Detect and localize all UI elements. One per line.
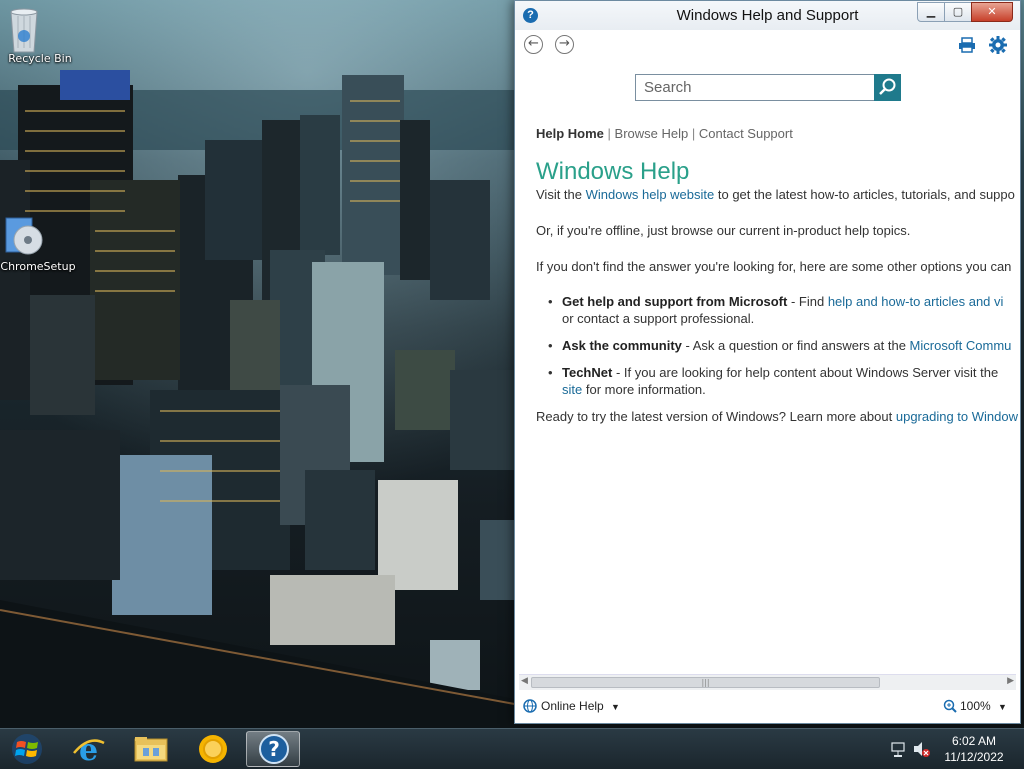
online-help-label: Online Help xyxy=(541,699,604,713)
breadcrumb-separator: | xyxy=(691,126,696,141)
zoom-level: 100% xyxy=(960,699,991,713)
breadcrumb: Help Home | Browse Help | Contact Suppor… xyxy=(536,126,1018,141)
search-button[interactable] xyxy=(874,74,901,101)
desktop-icon-chromesetup[interactable]: ChromeSetup xyxy=(0,214,76,273)
svg-text:?: ? xyxy=(268,737,280,761)
breadcrumb-contact-support[interactable]: Contact Support xyxy=(699,126,793,141)
clock-time: 6:02 AM xyxy=(951,734,997,748)
chevron-down-icon: ▼ xyxy=(998,702,1007,712)
folder-icon xyxy=(134,737,168,762)
taskbar-windows-help[interactable]: ? xyxy=(246,731,300,767)
zoom-icon xyxy=(943,699,957,713)
help-toolbar: ← → xyxy=(515,31,1020,61)
volume-muted-icon[interactable] xyxy=(914,742,930,757)
maximize-button[interactable]: ▢ xyxy=(944,2,972,22)
intro-paragraph: Visit the Windows help website to get th… xyxy=(536,187,1015,202)
start-button[interactable] xyxy=(8,733,46,765)
system-tray xyxy=(888,735,938,763)
desktop-icon-label: ChromeSetup xyxy=(0,260,76,273)
chevron-down-icon: ▼ xyxy=(611,702,620,712)
offline-paragraph: Or, if you're offline, just browse our c… xyxy=(536,223,911,238)
window-titlebar[interactable]: ? Windows Help and Support ▁ ▢ ✕ xyxy=(515,1,1020,30)
scroll-right-icon[interactable]: ▶ xyxy=(1007,676,1014,686)
breadcrumb-help-home[interactable]: Help Home xyxy=(536,126,604,141)
forward-button[interactable]: → xyxy=(555,35,574,54)
zoom-control[interactable]: 100% ▼ xyxy=(943,699,1007,713)
search-icon xyxy=(879,78,896,95)
scroll-left-icon[interactable]: ◀ xyxy=(521,676,528,686)
taskbar-chrome-setup[interactable] xyxy=(186,731,240,767)
help-articles-link[interactable]: help and how-to articles and vi xyxy=(828,294,1004,309)
network-icon[interactable] xyxy=(891,742,905,757)
list-item: TechNet - If you are looking for help co… xyxy=(548,364,1018,398)
breadcrumb-separator: | xyxy=(607,126,611,141)
print-icon[interactable] xyxy=(958,37,976,53)
help-window: ? Windows Help and Support ▁ ▢ ✕ ← → Sea… xyxy=(514,0,1021,724)
technet-site-link[interactable]: site xyxy=(562,382,582,397)
options-paragraph: If you don't find the answer you're look… xyxy=(536,259,1012,274)
back-button[interactable]: ← xyxy=(524,35,543,54)
taskbar-clock[interactable]: 6:02 AM 11/12/2022 xyxy=(934,733,1014,765)
upgrading-windows-link[interactable]: upgrading to Window xyxy=(896,409,1018,424)
search-input[interactable] xyxy=(636,75,880,100)
microsoft-community-link[interactable]: Microsoft Commu xyxy=(910,338,1012,353)
recycle-bin-icon xyxy=(10,6,62,53)
chrome-setup-icon xyxy=(199,735,227,763)
breadcrumb-browse-help[interactable]: Browse Help xyxy=(615,126,689,141)
help-icon: ? xyxy=(259,734,289,764)
list-item: Ask the community - Ask a question or fi… xyxy=(548,337,1018,354)
horizontal-scrollbar[interactable]: ◀ ||| ▶ xyxy=(519,674,1016,690)
internet-explorer-icon: e xyxy=(73,733,105,768)
taskbar: e ? 6:02 AM 11/12/2022 xyxy=(0,728,1024,769)
chrome-setup-icon xyxy=(5,214,60,258)
windows-help-website-link[interactable]: Windows help website xyxy=(586,187,715,202)
upgrade-paragraph: Ready to try the latest version of Windo… xyxy=(536,409,1018,424)
page-title: Windows Help xyxy=(536,158,690,185)
svg-text:e: e xyxy=(79,733,98,767)
list-item: Get help and support from Microsoft - Fi… xyxy=(548,293,1018,327)
help-content: Help Home | Browse Help | Contact Suppor… xyxy=(536,126,1018,674)
scrollbar-thumb[interactable]: ||| xyxy=(531,677,880,688)
close-button[interactable]: ✕ xyxy=(971,2,1013,22)
gear-icon[interactable] xyxy=(989,36,1007,54)
taskbar-internet-explorer[interactable]: e xyxy=(62,731,116,768)
online-help-dropdown[interactable]: Online Help ▼ xyxy=(523,699,620,713)
help-options-list: Get help and support from Microsoft - Fi… xyxy=(548,293,1018,398)
windows-logo-icon xyxy=(12,734,42,764)
status-bar: Online Help ▼ 100% ▼ xyxy=(515,692,1020,723)
clock-date: 11/12/2022 xyxy=(944,750,1004,764)
search-box xyxy=(635,74,880,101)
taskbar-file-explorer[interactable] xyxy=(124,731,178,767)
online-help-icon xyxy=(523,699,537,713)
minimize-button[interactable]: ▁ xyxy=(917,2,945,22)
desktop-icon-recycle-bin[interactable]: Recycle Bin xyxy=(2,6,78,65)
